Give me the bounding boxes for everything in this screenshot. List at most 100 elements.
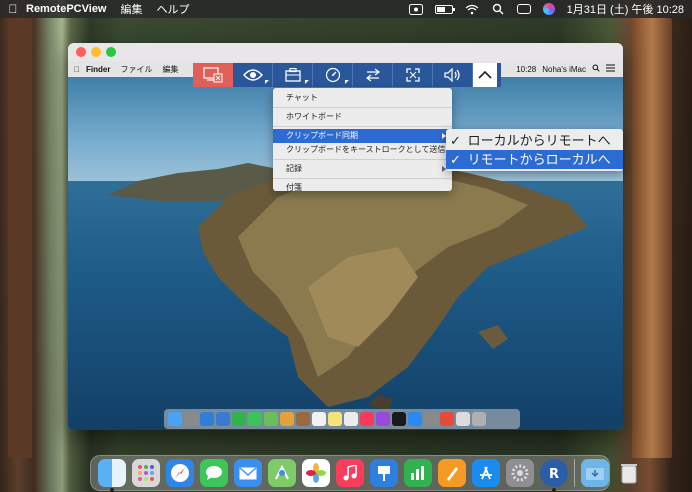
control-center-icon[interactable] — [516, 4, 531, 14]
remote-list-icon[interactable] — [606, 64, 615, 74]
tree-trunk — [8, 18, 32, 458]
remote-toolbar — [193, 63, 501, 87]
remote-dock-podcasts-icon[interactable] — [376, 412, 390, 426]
remotepc-icon[interactable]: R — [540, 459, 568, 492]
remote-dock — [164, 409, 520, 429]
remote-status-area: 10:28 Noha's iMac — [516, 61, 615, 77]
photos-icon[interactable] — [302, 459, 330, 487]
menu-item-chat[interactable]: チャット — [273, 91, 452, 105]
eye-icon — [242, 69, 263, 81]
dock-divider — [574, 459, 575, 487]
menu-item-clipboard-sync[interactable]: クリップボード同期 — [273, 129, 452, 143]
trash-icon[interactable] — [615, 459, 643, 487]
speaker-icon — [443, 68, 460, 82]
actions-caret-icon — [305, 80, 309, 84]
messages-icon[interactable] — [200, 459, 228, 487]
status-area: 1月31日 (土) 午後 10:28 — [408, 1, 692, 17]
checkmark-icon: ✓ — [450, 152, 461, 167]
remote-dock-app-store-icon[interactable] — [408, 412, 422, 426]
toolbox-icon — [284, 68, 301, 82]
music-icon[interactable] — [336, 459, 364, 487]
remote-menu-file[interactable]: ファイル — [120, 64, 152, 75]
launchpad-icon[interactable] — [132, 459, 160, 487]
remote-clock[interactable]: 10:28 — [516, 65, 536, 74]
menu-bar:  RemotePCView 編集 ヘルプ 1月31日 (土) 午後 10:28 — [0, 0, 692, 18]
submenu-remote-to-local-label: リモートからローカルへ — [467, 152, 611, 167]
remote-dock-document-icon[interactable] — [456, 412, 470, 426]
numbers-icon[interactable] — [404, 459, 432, 487]
remote-dock-tv-icon[interactable] — [392, 412, 406, 426]
menu-divider — [273, 126, 452, 127]
remote-dock-calendar-icon[interactable] — [312, 412, 326, 426]
menubar-clock[interactable]: 1月31日 (土) 午後 10:28 — [567, 1, 684, 17]
mail-icon[interactable] — [234, 459, 262, 487]
maps-icon[interactable] — [268, 459, 296, 487]
transfer-button[interactable] — [353, 63, 393, 87]
siri-icon[interactable] — [542, 3, 555, 15]
menu-item-whiteboard[interactable]: ホワイトボード — [273, 110, 452, 124]
remote-dock-system-preferences-icon[interactable] — [424, 412, 438, 426]
keynote-icon[interactable] — [370, 459, 398, 487]
collapse-toolbar-button[interactable] — [473, 63, 497, 87]
remote-dock-maps-icon[interactable] — [264, 412, 278, 426]
disconnect-icon — [203, 67, 223, 83]
remote-dock-safari-icon[interactable] — [200, 412, 214, 426]
fullscreen-button[interactable] — [393, 63, 433, 87]
running-indicator — [552, 488, 556, 492]
remote-dock-photos-icon[interactable] — [280, 412, 294, 426]
dock: R — [90, 455, 637, 492]
remote-dock-reminders-icon[interactable] — [344, 412, 358, 426]
downloads-folder-icon[interactable] — [581, 459, 609, 487]
submenu-local-to-remote[interactable]: ✓ ローカルからリモートへ — [446, 131, 623, 150]
clipboard-sync-submenu: ✓ ローカルからリモートへ ✓ リモートからローカルへ — [446, 129, 623, 171]
speedometer-icon — [325, 67, 340, 83]
remote-dock-finder-icon[interactable] — [168, 412, 182, 426]
sound-button[interactable] — [433, 63, 473, 87]
close-button[interactable] — [76, 47, 86, 57]
menu-item-record[interactable]: 記録 — [273, 162, 452, 176]
remote-dock-notes-icon[interactable] — [328, 412, 342, 426]
submenu-remote-to-local[interactable]: ✓ リモートからローカルへ — [446, 150, 623, 169]
remotepc-status-icon[interactable] — [408, 3, 423, 15]
remote-dock-messages-icon[interactable] — [248, 412, 262, 426]
apple-menu-icon[interactable]:  — [0, 2, 26, 16]
view-caret-icon — [265, 80, 269, 84]
actions-button[interactable] — [273, 63, 313, 87]
transfer-arrows-icon — [365, 68, 380, 82]
menu-help[interactable]: ヘルプ — [157, 1, 190, 17]
remote-dock-music-icon[interactable] — [360, 412, 374, 426]
finder-icon[interactable] — [98, 459, 126, 492]
remote-dock-launchpad-icon[interactable] — [184, 412, 198, 426]
menu-divider — [273, 178, 452, 179]
search-icon[interactable] — [491, 3, 505, 15]
system-preferences-icon[interactable] — [506, 459, 534, 487]
remote-dock-chrome-icon[interactable] — [440, 412, 454, 426]
remote-dock-contacts-icon[interactable] — [296, 412, 310, 426]
remote-computer-name[interactable]: Noha's iMac — [542, 65, 586, 74]
menu-item-notes[interactable]: 付箋 — [273, 181, 452, 195]
pages-icon[interactable] — [438, 459, 466, 487]
safari-icon[interactable] — [166, 459, 194, 487]
view-button[interactable] — [233, 63, 273, 87]
maximize-button[interactable] — [106, 47, 116, 57]
fullscreen-icon — [405, 68, 420, 82]
remote-menu-finder[interactable]: Finder — [86, 65, 110, 74]
app-store-icon[interactable] — [472, 459, 500, 487]
battery-icon[interactable] — [434, 4, 455, 14]
chevron-up-icon — [478, 70, 492, 79]
remote-dock-facetime-icon[interactable] — [232, 412, 246, 426]
app-menu[interactable]: RemotePCView — [26, 3, 107, 15]
remote-search-icon[interactable] — [592, 64, 600, 74]
remote-dock-mail-icon[interactable] — [216, 412, 230, 426]
menu-edit[interactable]: 編集 — [121, 1, 143, 17]
quality-button[interactable] — [313, 63, 353, 87]
remote-apple-icon[interactable]:  — [68, 65, 86, 74]
actions-dropdown-menu: チャット ホワイトボード クリップボード同期 クリップボードをキーストロークとし… — [273, 88, 452, 192]
minimize-button[interactable] — [91, 47, 101, 57]
remote-dock-trash-icon[interactable] — [472, 412, 486, 426]
remote-menu-edit[interactable]: 編集 — [162, 64, 178, 75]
disconnect-button[interactable] — [193, 63, 233, 87]
wifi-icon[interactable] — [465, 4, 479, 15]
window-titlebar[interactable] — [68, 43, 623, 61]
menu-item-send-keystrokes[interactable]: クリップボードをキーストロークとして送信 — [273, 143, 452, 157]
